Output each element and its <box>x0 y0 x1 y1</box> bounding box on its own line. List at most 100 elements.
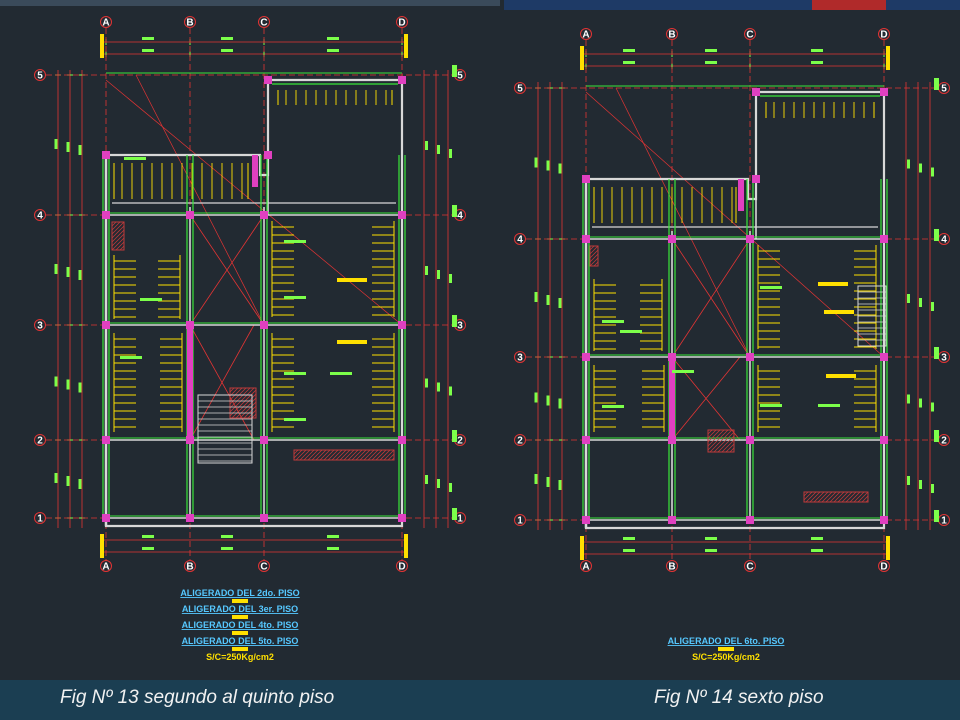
legend: ALIGERADO DEL 6to. PISO S/C=250Kg/cm2 <box>668 636 785 662</box>
right-dim-marker <box>452 65 457 77</box>
axis-label: 1 <box>941 516 947 527</box>
axis-label: 3 <box>37 321 43 332</box>
dim-text-mark <box>66 267 70 277</box>
axis-bubble-left: 5 <box>34 69 46 82</box>
hatch-line <box>229 387 235 393</box>
column <box>398 514 406 522</box>
axis-end-markers <box>100 34 457 558</box>
axis-end-marker <box>580 536 584 560</box>
axis-bubble-top: D <box>878 28 890 41</box>
dim-text-mark <box>66 476 70 486</box>
beam-tag <box>284 418 306 421</box>
axis-label: 2 <box>517 436 523 447</box>
column <box>582 353 590 361</box>
axis-bubble-bottom: C <box>744 560 756 573</box>
beam-tag <box>120 356 142 359</box>
dim-text-mark <box>425 378 428 388</box>
dim-text-mark <box>907 294 910 303</box>
dim-text-mark <box>449 274 452 283</box>
right-dim-marker <box>934 430 939 442</box>
slab-section-mark <box>337 340 367 344</box>
dim-text-mark <box>546 295 550 305</box>
dim-text-mark <box>931 402 934 412</box>
axis-end-marker <box>580 46 584 70</box>
axis-bubble-left: 4 <box>514 233 526 246</box>
dim-text-mark <box>449 386 452 396</box>
dim-text-mark <box>558 298 562 308</box>
dim-text-mark <box>546 477 550 487</box>
axis-end-marker <box>886 46 890 70</box>
axis-label: 2 <box>941 436 947 447</box>
axis-bubble-left: 5 <box>514 82 526 95</box>
axis-label: 5 <box>457 71 463 82</box>
staircase <box>197 394 253 464</box>
legend-item: ALIGERADO DEL 5to. PISO <box>182 636 299 646</box>
axis-label: 4 <box>941 235 947 246</box>
column <box>746 353 754 361</box>
legend-item: ALIGERADO DEL 2do. PISO <box>180 588 299 598</box>
column <box>260 436 268 444</box>
hatch-line <box>589 245 595 251</box>
column <box>880 235 888 243</box>
beam-tag <box>760 404 782 407</box>
dim-text-mark <box>425 266 428 275</box>
legend: ALIGERADO DEL 2do. PISO ALIGERADO DEL 3er… <box>180 588 299 662</box>
dim-text-mark <box>327 49 339 52</box>
slab-diagonals <box>585 87 885 441</box>
hatch-line <box>115 241 125 251</box>
axis-label: 1 <box>517 516 523 527</box>
dim-text-mark <box>931 484 934 493</box>
dim-text-mark <box>78 145 82 155</box>
axis-label: 5 <box>37 71 43 82</box>
right-dim-marker <box>934 510 939 522</box>
axis-label: 3 <box>517 353 523 364</box>
dim-text-mark <box>705 549 717 552</box>
grid-axes: A A B B C C D D 5 5 4 4 3 3 2 2 1 1 <box>34 16 466 573</box>
column <box>668 516 676 524</box>
column <box>746 436 754 444</box>
staircase <box>857 285 887 347</box>
dim-text-mark <box>705 537 717 540</box>
beam-tag <box>602 320 624 323</box>
column <box>880 516 888 524</box>
exterior-wall <box>104 78 404 528</box>
column <box>186 211 194 219</box>
dim-text-mark <box>534 157 538 168</box>
column <box>752 88 760 96</box>
axis-label: D <box>880 30 887 41</box>
column <box>102 151 110 159</box>
slab-diagonal <box>135 74 265 326</box>
axis-label: B <box>668 562 675 573</box>
right-dim-marker <box>452 205 457 217</box>
caption-left: Fig Nº 13 segundo al quinto piso <box>60 687 335 708</box>
dim-text-mark <box>437 270 440 279</box>
axis-label: 5 <box>517 84 523 95</box>
dim-text-mark <box>623 61 635 64</box>
axis-label: 1 <box>37 514 43 525</box>
stair-outline <box>197 394 253 464</box>
axis-bubble-top: C <box>258 16 270 29</box>
dim-text-mark <box>142 49 154 52</box>
slab-section-mark <box>824 310 854 314</box>
axis-bubble-top: B <box>666 28 678 41</box>
hatch-line <box>293 449 303 459</box>
dim-text-mark <box>919 298 922 307</box>
column <box>264 76 272 84</box>
dim-text-mark <box>623 549 635 552</box>
legend-load: S/C=250Kg/cm2 <box>692 652 760 662</box>
dim-text-mark <box>221 535 233 538</box>
axis-bubble-bottom: A <box>100 560 112 573</box>
beam-tag <box>672 370 694 373</box>
column <box>102 436 110 444</box>
column <box>102 211 110 219</box>
dim-text-mark <box>931 302 934 311</box>
hatch-line <box>111 221 121 231</box>
column <box>398 211 406 219</box>
dim-text-mark <box>534 292 538 302</box>
legend-load: S/C=250Kg/cm2 <box>206 652 274 662</box>
dim-text-mark <box>811 61 823 64</box>
dim-text-mark <box>558 163 562 174</box>
joist-panels <box>593 102 877 432</box>
column-wall <box>738 179 744 211</box>
column <box>582 516 590 524</box>
